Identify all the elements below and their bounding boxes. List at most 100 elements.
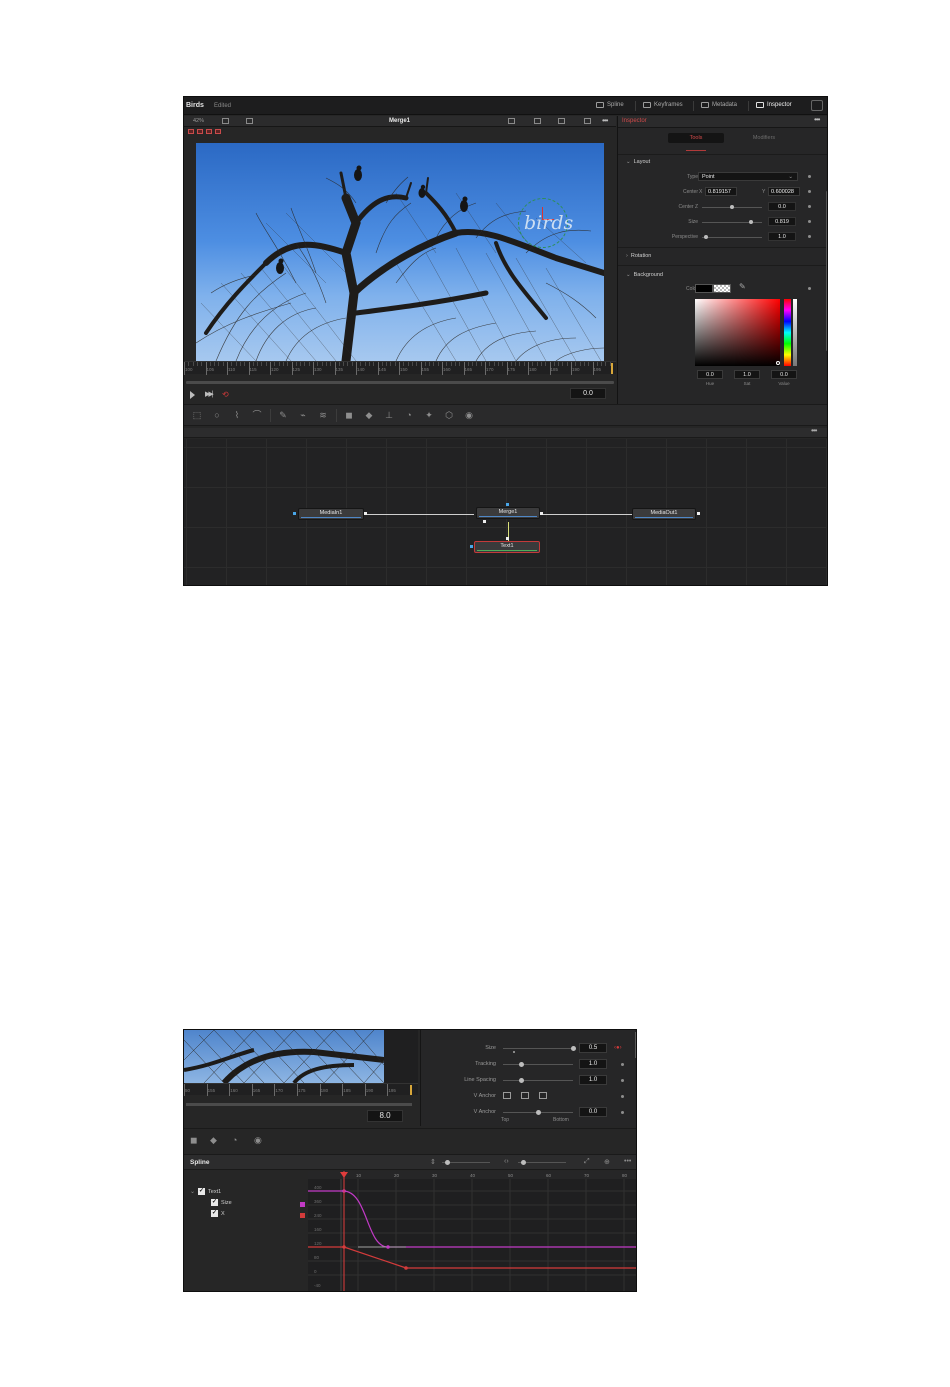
paint-icon[interactable]: ✎ (278, 410, 288, 420)
current-time-field[interactable]: 8.0 (367, 1110, 403, 1122)
renderer-3d-icon[interactable]: ◉ (464, 410, 474, 420)
node-text[interactable]: Text1 (474, 541, 540, 553)
anchor-bottom-icon[interactable] (539, 1092, 547, 1099)
param-value[interactable]: 1.0 (768, 232, 796, 241)
node-merge[interactable]: Merge1 (476, 507, 540, 519)
camera-3d-icon[interactable]: ◔ (404, 410, 414, 420)
slider-knob[interactable] (518, 1062, 524, 1067)
chevron-down-icon[interactable]: ⌄ (190, 1188, 195, 1195)
current-time-field[interactable]: 0.0 (570, 388, 606, 399)
viewer-fullscreen-icon[interactable] (584, 118, 591, 124)
play-icon[interactable] (190, 391, 195, 399)
value-field[interactable]: 0.0 (771, 370, 797, 379)
viewer-options-icon[interactable] (222, 118, 229, 124)
node-mask-port[interactable] (483, 520, 486, 523)
viewer-layout-icon[interactable] (558, 118, 565, 124)
center-x-field[interactable]: 0.819157 (705, 187, 737, 196)
node-output-port[interactable] (364, 512, 367, 515)
node-output-port[interactable] (540, 512, 543, 515)
param-slider[interactable] (503, 1064, 573, 1065)
text-3d-icon[interactable]: ◼ (344, 410, 354, 420)
bspline-mask-icon[interactable]: ⌒ (252, 410, 262, 420)
render-end-marker[interactable] (410, 1085, 412, 1095)
keyframe-dot-icon[interactable] (808, 205, 811, 208)
param-slider[interactable] (702, 237, 762, 238)
tree-item-x[interactable]: ✓ X (211, 1210, 225, 1217)
viewer-lut-icon[interactable] (246, 118, 253, 124)
slider-knob[interactable] (571, 1046, 576, 1051)
more-options-icon[interactable]: ••• (624, 1158, 631, 1165)
slider-knob[interactable] (704, 235, 708, 239)
time-ruler[interactable]: 100 105 110 115 120 125 130 135 140 145 150 155 160 1… (184, 361, 616, 375)
inspector-scrollbar[interactable] (826, 191, 827, 351)
section-rotation[interactable]: › Rotation (626, 253, 651, 259)
tree-item-text1[interactable]: ⌄ ✓ Text1 (190, 1188, 221, 1195)
alpha-swatch[interactable] (713, 284, 731, 293)
node-input-port[interactable] (470, 545, 473, 548)
anchor-top-icon[interactable] (503, 1092, 511, 1099)
section-layout[interactable]: ⌄ Layout (626, 159, 650, 165)
color-picker-cursor[interactable] (776, 361, 780, 365)
slider-knob[interactable] (730, 205, 734, 209)
node-output-port[interactable] (506, 537, 509, 540)
eyedropper-icon[interactable]: ✎ (739, 282, 746, 291)
center-y-field[interactable]: 0.600028 (768, 187, 800, 196)
viewer-image[interactable]: birds (196, 143, 604, 361)
value-slider[interactable] (793, 299, 797, 366)
tab-inspector[interactable]: Inspector (756, 102, 792, 108)
polyline-icon[interactable]: ⌁ (298, 410, 308, 420)
scrub-bar[interactable] (186, 381, 614, 384)
param-slider[interactable] (503, 1048, 573, 1049)
more-options-icon[interactable]: ••• (602, 116, 608, 125)
keyframe-dot-icon[interactable] (808, 235, 811, 238)
scrub-bar[interactable] (186, 1103, 412, 1106)
checkbox[interactable]: ✓ (211, 1210, 218, 1217)
zoom-icon[interactable]: ⊕ (604, 1158, 610, 1166)
slider-knob[interactable] (749, 220, 754, 224)
zoom-slider-knob[interactable] (445, 1160, 450, 1165)
keyframe-dot-icon[interactable] (808, 220, 811, 223)
param-value[interactable]: 0.819 (768, 217, 796, 226)
keyframe-active-icon[interactable]: ‹●› (614, 1045, 622, 1051)
node-mediain[interactable]: MediaIn1 (298, 508, 364, 520)
keyframe-dot-icon[interactable] (808, 190, 811, 193)
extrude-icon[interactable]: ⊥ (384, 410, 394, 420)
shape-3d-icon[interactable]: ◆ (210, 1135, 217, 1146)
camera-3d-icon[interactable]: ◔ (232, 1135, 237, 1145)
checkbox[interactable]: ✓ (211, 1199, 218, 1206)
keyframe-dot-icon[interactable] (808, 175, 811, 178)
expand-button[interactable] (811, 100, 823, 111)
keyframe-dot-icon[interactable] (808, 287, 811, 290)
param-slider[interactable] (702, 222, 762, 223)
tab-modifiers[interactable]: Modifiers (726, 133, 802, 143)
text-3d-icon[interactable]: ◼ (190, 1135, 197, 1146)
node-editor[interactable]: MediaIn1 Merge1 MediaOut1 Text1 (184, 439, 827, 585)
param-value[interactable]: 1.0 (579, 1075, 607, 1085)
tab-spline[interactable]: Spline (596, 102, 624, 108)
rectangle-mask-icon[interactable]: ⬚ (192, 410, 202, 420)
loop-icon[interactable]: ⟲ (222, 390, 229, 399)
param-slider[interactable] (503, 1080, 573, 1081)
param-value[interactable]: 0.5 (579, 1043, 607, 1053)
polygon-mask-icon[interactable]: ⌇ (232, 410, 242, 420)
more-options-icon[interactable]: ••• (814, 115, 820, 124)
keyframe-dot-icon[interactable] (621, 1063, 624, 1066)
tree-item-size[interactable]: ✓ Size (211, 1199, 232, 1206)
slider-knob[interactable] (518, 1078, 524, 1083)
params-scrollbar[interactable] (635, 1032, 636, 1058)
viewer-channel-icon[interactable] (534, 118, 541, 124)
param-value[interactable]: 0.0 (579, 1107, 607, 1117)
checkbox[interactable]: ✓ (198, 1188, 206, 1195)
anchor-center-icon[interactable] (521, 1092, 529, 1099)
slider-knob[interactable] (536, 1110, 541, 1115)
zoom-slider-knob[interactable] (521, 1160, 526, 1165)
tab-tools[interactable]: Tools (668, 133, 724, 143)
renderer-3d-icon[interactable]: ◉ (254, 1135, 262, 1146)
light-3d-icon[interactable]: ✦ (424, 410, 434, 420)
keyframe-dot-icon[interactable] (621, 1095, 624, 1098)
color-swatch[interactable] (695, 284, 713, 293)
node-output-port[interactable] (697, 512, 700, 515)
keyframe-dot-icon[interactable] (621, 1079, 624, 1082)
spline-curves[interactable] (308, 1171, 637, 1292)
ellipse-mask-icon[interactable]: ○ (212, 410, 222, 420)
